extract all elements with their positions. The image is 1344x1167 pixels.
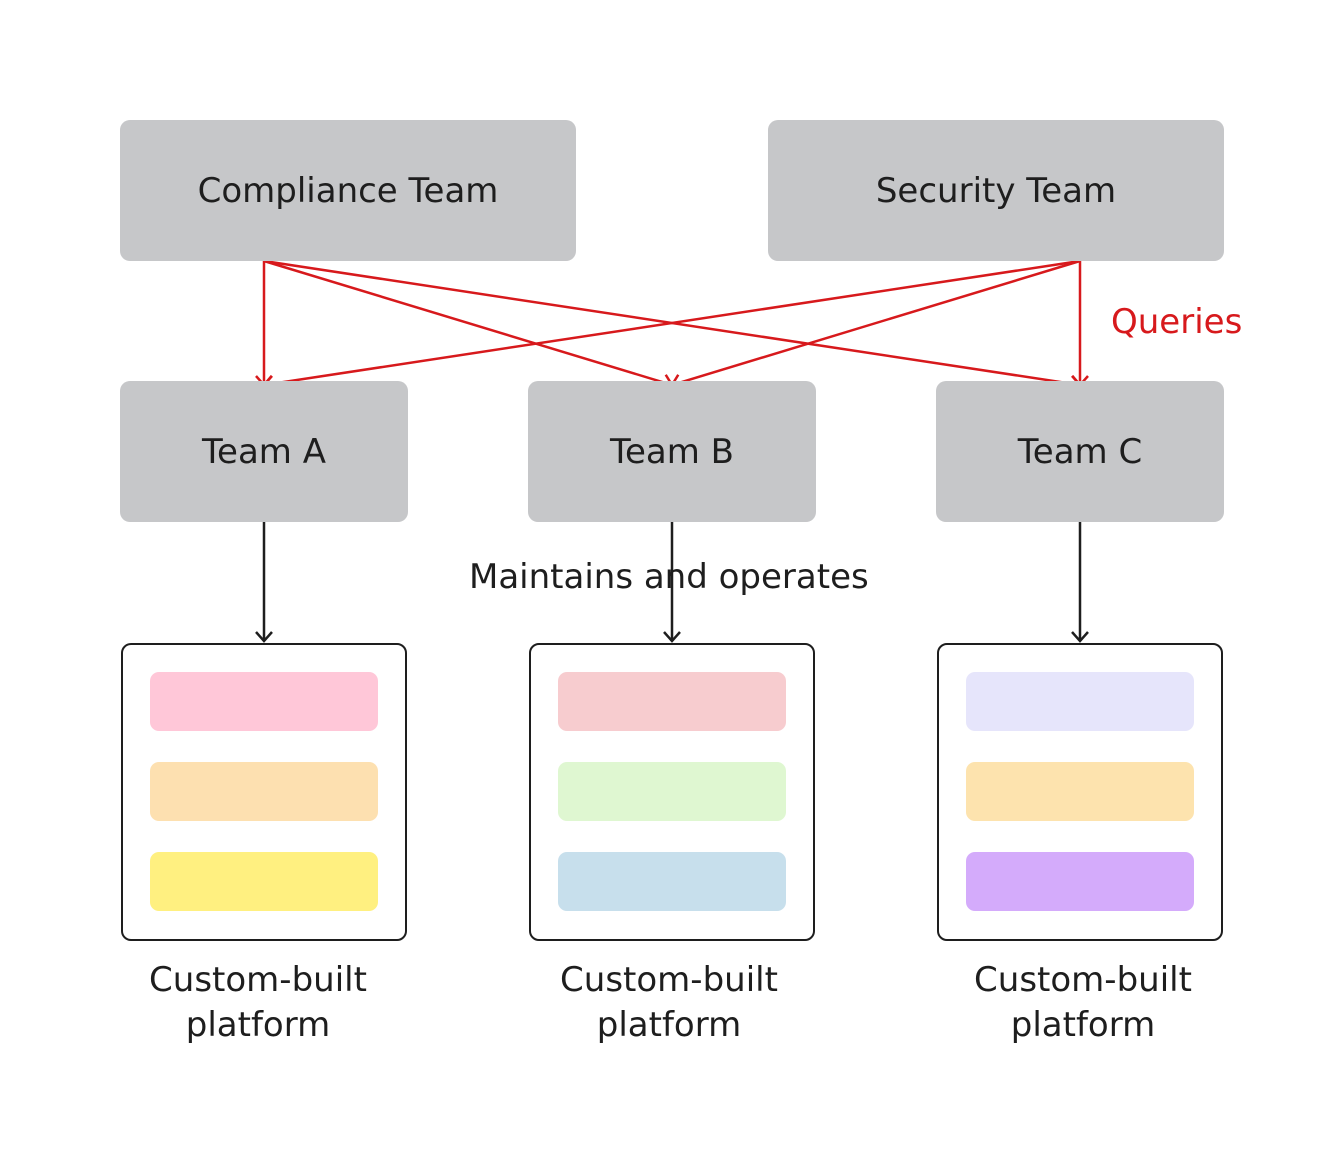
platform-module bbox=[966, 852, 1194, 911]
platform-b-caption: Custom-built platform bbox=[519, 958, 819, 1048]
query-arrow bbox=[670, 259, 1081, 392]
platform-c bbox=[937, 643, 1223, 941]
team-b-label: Team B bbox=[610, 431, 734, 472]
platform-module bbox=[558, 762, 786, 821]
team-a-box: Team A bbox=[120, 381, 408, 522]
platform-module bbox=[558, 672, 786, 731]
platform-a bbox=[121, 643, 407, 941]
compliance-team-box: Compliance Team bbox=[120, 120, 576, 261]
team-b-box: Team B bbox=[528, 381, 816, 522]
platform-module bbox=[966, 672, 1194, 731]
platform-module bbox=[150, 762, 378, 821]
platform-module bbox=[966, 762, 1194, 821]
security-team-box: Security Team bbox=[768, 120, 1224, 261]
query-arrow bbox=[263, 259, 674, 392]
compliance-team-label: Compliance Team bbox=[197, 170, 499, 211]
caption-line: Custom-built bbox=[560, 960, 778, 1000]
platform-module bbox=[150, 672, 378, 731]
maintains-label: Maintains and operates bbox=[469, 557, 869, 597]
queries-label: Queries bbox=[1111, 302, 1243, 342]
team-c-box: Team C bbox=[936, 381, 1224, 522]
team-a-label: Team A bbox=[202, 431, 326, 472]
caption-line: platform bbox=[596, 1005, 742, 1045]
caption-line: Custom-built bbox=[974, 960, 1192, 1000]
platform-module bbox=[150, 852, 378, 911]
platform-a-caption: Custom-built platform bbox=[108, 958, 408, 1048]
platform-module bbox=[558, 852, 786, 911]
caption-line: platform bbox=[1010, 1005, 1156, 1045]
platform-b bbox=[529, 643, 815, 941]
team-c-label: Team C bbox=[1017, 431, 1143, 472]
caption-line: platform bbox=[185, 1005, 331, 1045]
caption-line: Custom-built bbox=[149, 960, 367, 1000]
platform-c-caption: Custom-built platform bbox=[933, 958, 1233, 1048]
security-team-label: Security Team bbox=[875, 170, 1117, 211]
